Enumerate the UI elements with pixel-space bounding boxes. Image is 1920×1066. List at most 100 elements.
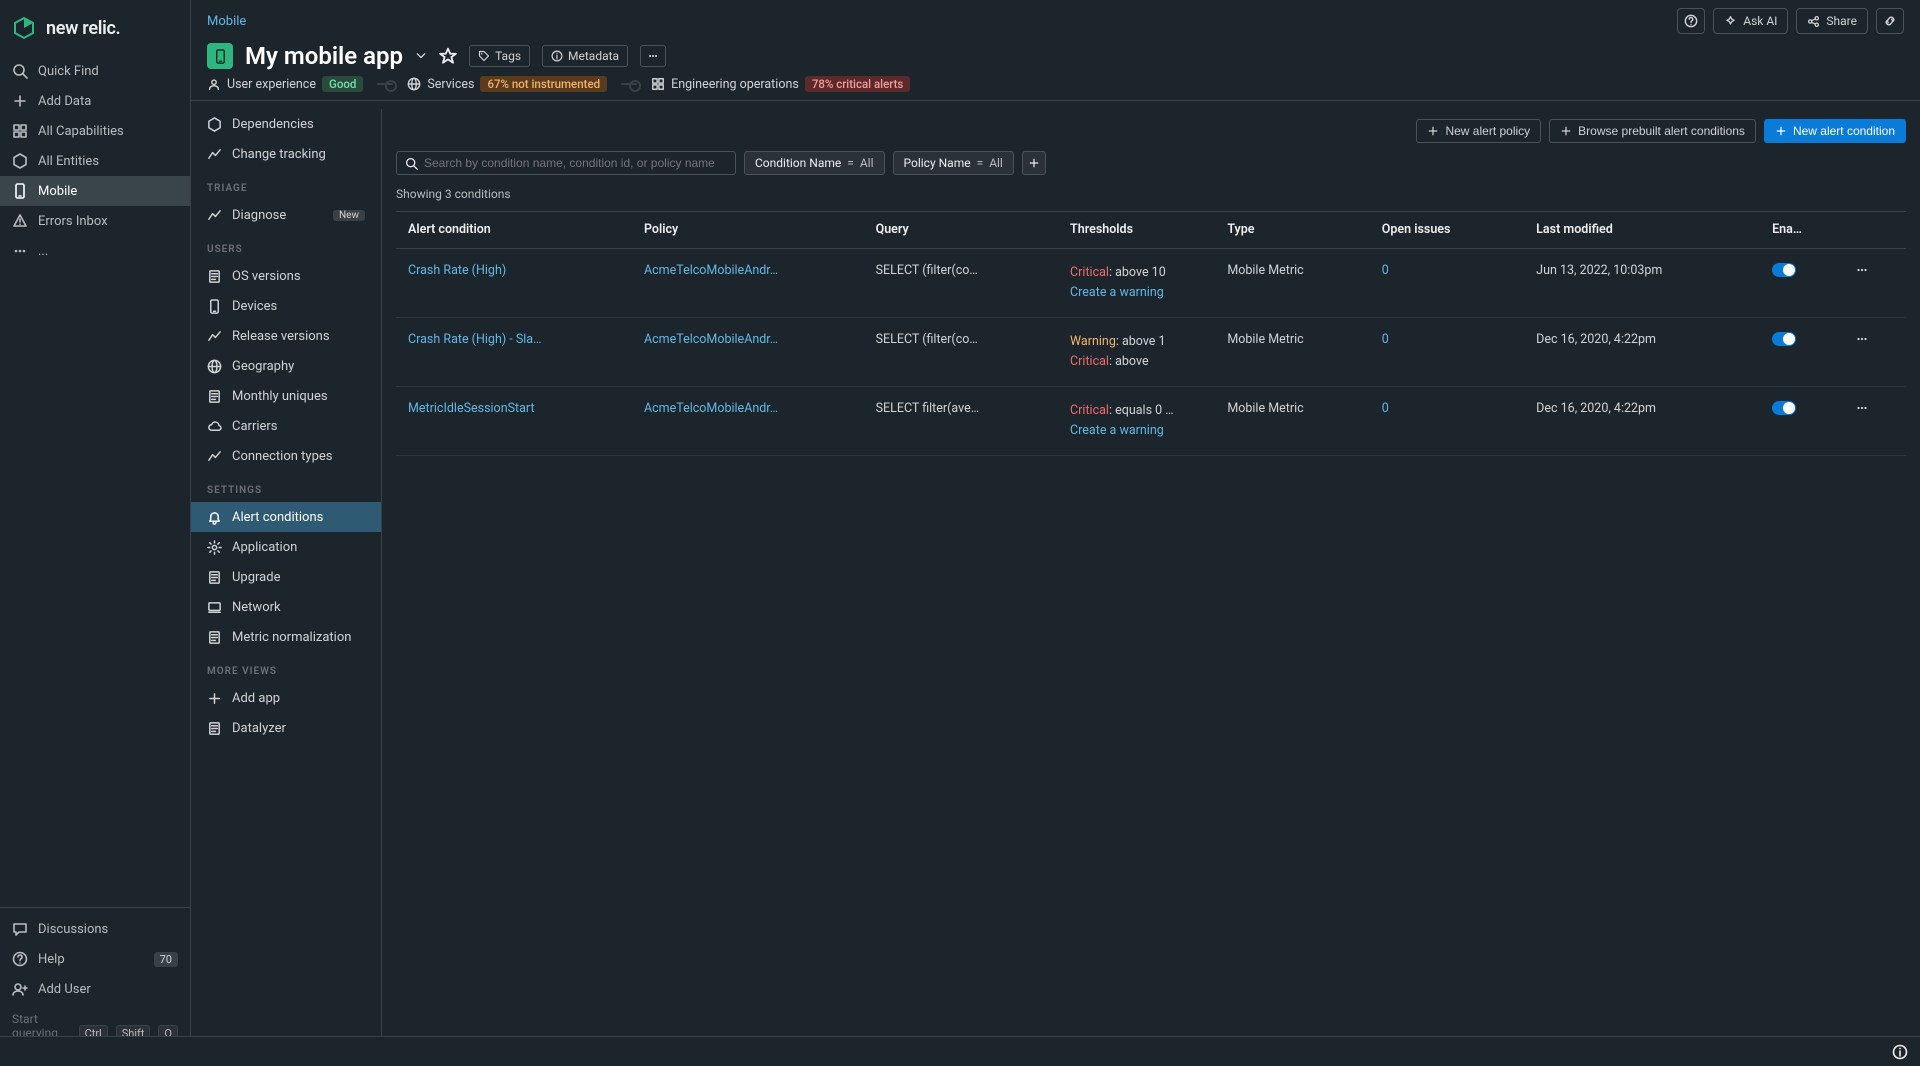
subnav-change-tracking[interactable]: Change tracking — [191, 139, 381, 169]
subnav-alert-conditions[interactable]: Alert conditions — [191, 502, 381, 532]
nav-add-data[interactable]: Add Data — [0, 86, 190, 116]
subnav-geography[interactable]: Geography — [191, 351, 381, 381]
search-input[interactable] — [424, 156, 727, 170]
policy-name-filter[interactable]: Policy Name = All — [893, 151, 1014, 175]
col-enabled[interactable]: Ena… — [1760, 212, 1843, 248]
title-chevron-down-icon[interactable] — [415, 50, 427, 62]
data-icon — [207, 721, 222, 736]
subnav-application[interactable]: Application — [191, 532, 381, 562]
main-nav: new relic. Quick FindAdd DataAll Capabil… — [0, 0, 191, 1066]
open-issues-link[interactable]: 0 — [1382, 263, 1389, 278]
open-issues-link[interactable]: 0 — [1382, 332, 1389, 347]
threshold-line[interactable]: Create a warning — [1070, 421, 1203, 441]
policy-link[interactable]: AcmeTelcoMobileAndr… — [644, 401, 778, 416]
row-menu-icon[interactable] — [1855, 332, 1869, 346]
subnav-connection-types[interactable]: Connection types — [191, 441, 381, 471]
ask-ai-button[interactable]: Ask AI — [1713, 8, 1788, 34]
col-policy[interactable]: Policy — [632, 212, 864, 248]
subnav-datalyzer[interactable]: Datalyzer — [191, 713, 381, 743]
subnav-add-app[interactable]: Add app — [191, 683, 381, 713]
row-menu-icon[interactable] — [1855, 401, 1869, 415]
nav-add-user[interactable]: Add User — [0, 974, 190, 1004]
favorite-star-icon[interactable] — [439, 47, 457, 65]
cell-modified: Dec 16, 2020, 4:22pm — [1524, 317, 1760, 386]
row-menu-icon[interactable] — [1855, 263, 1869, 277]
new-alert-condition-button[interactable]: New alert condition — [1764, 119, 1906, 143]
subnav-monthly-uniques[interactable]: Monthly uniques — [191, 381, 381, 411]
alert-link[interactable]: Crash Rate (High) - Sla… — [408, 332, 541, 347]
permalink-button[interactable] — [1876, 8, 1904, 34]
nav-label: Mobile — [38, 184, 77, 199]
tags-pill[interactable]: Tags — [469, 45, 530, 67]
nav-help[interactable]: Help70 — [0, 944, 190, 974]
header-more-button[interactable] — [640, 45, 666, 67]
col-last-modified[interactable]: Last modified — [1524, 212, 1760, 248]
col-query[interactable]: Query — [864, 212, 1058, 248]
nav-mobile[interactable]: Mobile — [0, 176, 190, 206]
nav-label: All Entities — [38, 154, 99, 169]
subnav-os-versions[interactable]: OS versions — [191, 261, 381, 291]
nav-errors-inbox[interactable]: Errors Inbox — [0, 206, 190, 236]
info-icon[interactable] — [1892, 1044, 1908, 1060]
subnav-upgrade[interactable]: Upgrade — [191, 562, 381, 592]
filter-op: = — [847, 156, 854, 170]
alert-link[interactable]: Crash Rate (High) — [408, 263, 506, 278]
nav-quick-find[interactable]: Quick Find — [0, 56, 190, 86]
col-alert-condition[interactable]: Alert condition — [396, 212, 632, 248]
col-thresholds[interactable]: Thresholds — [1058, 212, 1215, 248]
subnav-section-label: USERS — [191, 230, 381, 261]
enabled-toggle[interactable] — [1772, 332, 1796, 346]
share-button[interactable]: Share — [1796, 8, 1868, 34]
deps-icon — [207, 117, 222, 132]
policy-link[interactable]: AcmeTelcoMobileAndr… — [644, 263, 778, 278]
link-icon — [1883, 14, 1897, 28]
plus-icon — [207, 691, 222, 706]
subnav-label: Add app — [232, 691, 280, 706]
breadcrumb-root[interactable]: Mobile — [207, 14, 246, 29]
grid-icon — [651, 77, 665, 91]
browse-prebuilt-button[interactable]: Browse prebuilt alert conditions — [1549, 119, 1756, 143]
threshold-line[interactable]: Create a warning — [1070, 283, 1203, 303]
subnav-diagnose[interactable]: DiagnoseNew — [191, 200, 381, 230]
cell-open: 0 — [1370, 386, 1524, 455]
search-input-wrap[interactable] — [396, 151, 736, 175]
meta-user-experience[interactable]: User experience Good — [207, 76, 363, 92]
subnav-label: Monthly uniques — [232, 389, 328, 404]
enabled-toggle[interactable] — [1772, 401, 1796, 415]
open-issues-link[interactable]: 0 — [1382, 401, 1389, 416]
help-icon-button[interactable] — [1677, 8, 1705, 34]
nav-all-entities[interactable]: All Entities — [0, 146, 190, 176]
new-alert-policy-button[interactable]: New alert policy — [1416, 119, 1541, 143]
meta-engops-value: 78% critical alerts — [805, 76, 911, 92]
nav-discussions[interactable]: Discussions — [0, 914, 190, 944]
bell-icon — [207, 510, 222, 525]
col-type[interactable]: Type — [1215, 212, 1369, 248]
subnav-label: Release versions — [232, 329, 330, 344]
subnav-release-versions[interactable]: Release versions — [191, 321, 381, 351]
policy-link[interactable]: AcmeTelcoMobileAndr… — [644, 332, 778, 347]
condition-name-filter[interactable]: Condition Name = All — [744, 151, 885, 175]
main-content: New alert policy Browse prebuilt alert c… — [382, 109, 1920, 1036]
add-filter-button[interactable] — [1022, 151, 1046, 175]
logo[interactable]: new relic. — [0, 0, 190, 56]
subnav-metric-normalization[interactable]: Metric normalization — [191, 622, 381, 652]
nav-more[interactable]: ... — [0, 236, 190, 266]
help-icon — [1684, 14, 1698, 28]
subnav-carriers[interactable]: Carriers — [191, 411, 381, 441]
grid-icon — [12, 123, 28, 139]
conditions-table-wrap[interactable]: Alert condition Policy Query Thresholds … — [396, 211, 1906, 1036]
subnav-network[interactable]: Network — [191, 592, 381, 622]
metadata-pill[interactable]: Metadata — [542, 45, 628, 67]
meta-services[interactable]: Services 67% not instrumented — [407, 76, 607, 92]
filter-value: All — [860, 156, 874, 170]
meta-eng-ops[interactable]: Engineering operations 78% critical aler… — [651, 76, 910, 92]
subnav-dependencies[interactable]: Dependencies — [191, 109, 381, 139]
secondary-nav: DependenciesChange trackingTRIAGEDiagnos… — [191, 109, 382, 1036]
col-open-issues[interactable]: Open issues — [1370, 212, 1524, 248]
subnav-devices[interactable]: Devices — [191, 291, 381, 321]
network-icon — [207, 600, 222, 615]
alert-link[interactable]: MetricIdleSessionStart — [408, 401, 535, 416]
subnav-label: OS versions — [232, 269, 301, 284]
nav-all-capabilities[interactable]: All Capabilities — [0, 116, 190, 146]
enabled-toggle[interactable] — [1772, 263, 1796, 277]
